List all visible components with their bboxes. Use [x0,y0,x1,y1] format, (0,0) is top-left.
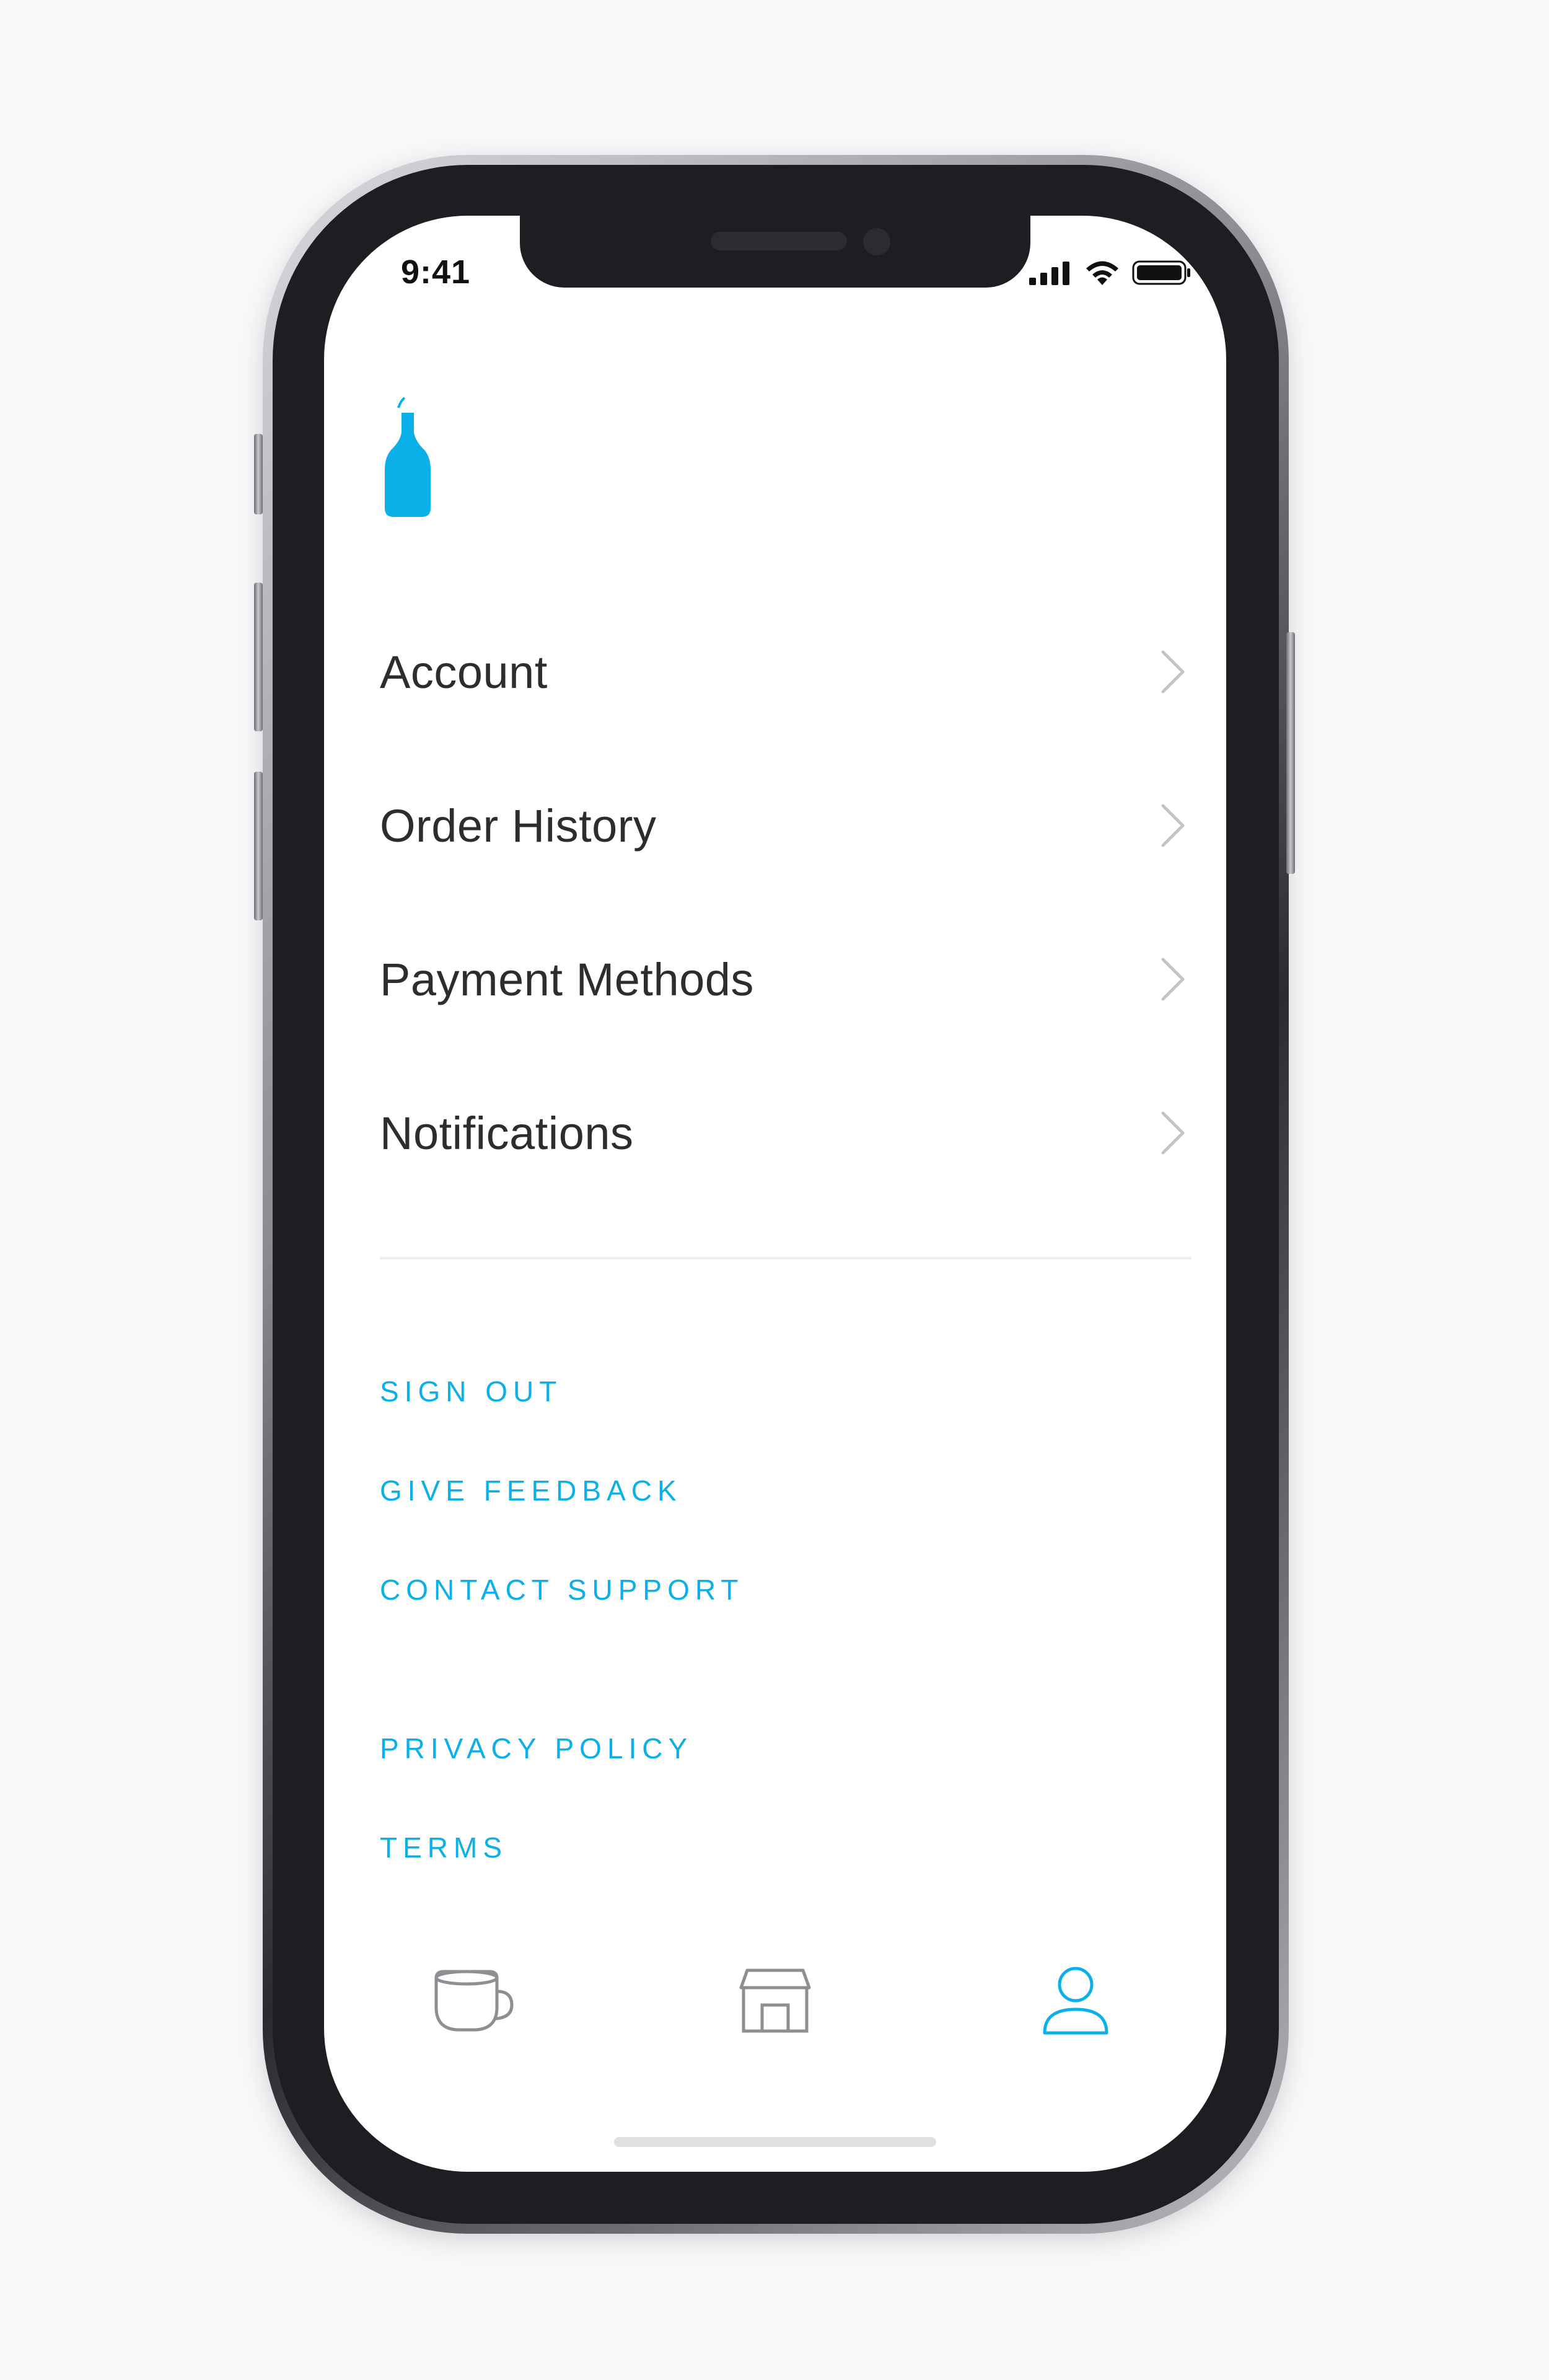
mute-switch [254,434,263,514]
give-feedback-link[interactable]: GIVE FEEDBACK [380,1474,682,1507]
stage: 9:41 Account Order History Payment Metho… [0,0,1549,2380]
status-time: 9:41 [401,253,471,291]
menu-item-order-history[interactable]: Order History [380,749,1191,902]
tab-order[interactable] [425,1951,524,2050]
settings-menu: Account Order History Payment Methods No… [380,595,1191,1210]
menu-item-payment-methods[interactable]: Payment Methods [380,902,1191,1056]
volume-up-button [254,583,263,731]
bottle-logo-icon [385,397,431,517]
privacy-policy-link[interactable]: PRIVACY POLICY [380,1732,693,1765]
power-button [1286,632,1295,874]
front-camera [863,228,890,255]
menu-item-notifications[interactable]: Notifications [380,1056,1191,1210]
contact-support-link[interactable]: CONTACT SUPPORT [380,1573,744,1606]
menu-item-label: Payment Methods [380,953,754,1005]
tab-shop[interactable] [726,1951,825,2050]
profile-icon [1043,1967,1108,2035]
signal-icon [1029,262,1069,285]
tab-account[interactable] [1026,1951,1125,2050]
menu-item-label: Order History [380,800,657,852]
store-icon [739,1968,811,2033]
status-icons [1029,254,1191,291]
screen: 9:41 Account Order History Payment Metho… [324,216,1226,2172]
home-indicator[interactable] [614,2137,936,2147]
speaker-grille [711,232,847,250]
volume-down-button [254,772,263,920]
chevron-right-icon [1161,1111,1185,1155]
menu-item-label: Account [380,646,548,698]
wifi-icon [1086,261,1118,285]
chevron-right-icon [1161,958,1185,1001]
notch [520,216,1030,288]
menu-item-account[interactable]: Account [380,595,1191,749]
chevron-right-icon [1161,650,1185,694]
menu-item-label: Notifications [380,1107,634,1159]
section-divider [380,1257,1191,1259]
chevron-right-icon [1161,804,1185,847]
battery-icon [1132,260,1190,285]
sign-out-link[interactable]: SIGN OUT [380,1375,562,1408]
cup-icon [434,1970,514,2032]
tab-bar [324,1951,1226,2075]
terms-link[interactable]: TERMS [380,1831,507,1864]
